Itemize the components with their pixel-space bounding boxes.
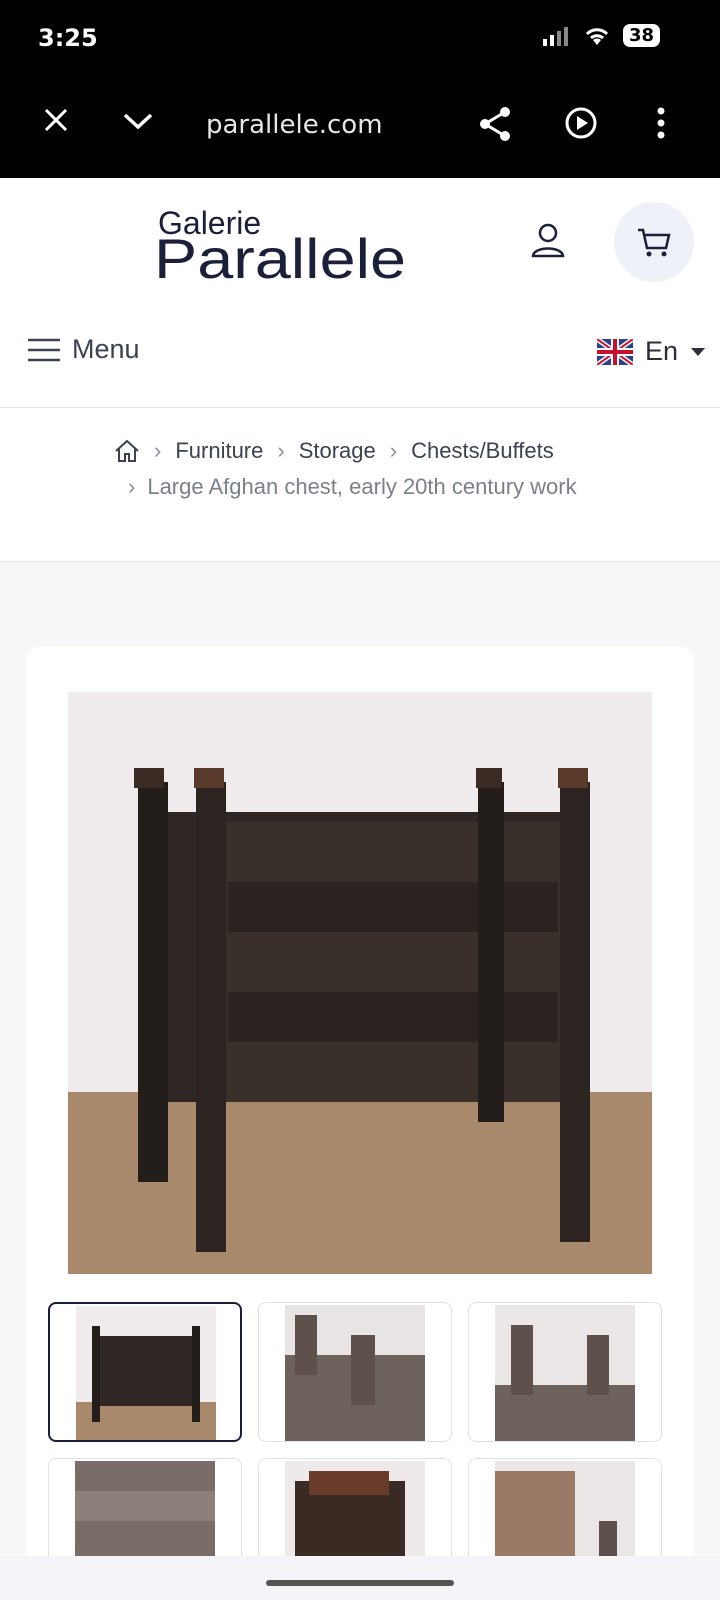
cart-button[interactable]: [614, 202, 694, 282]
language-selector[interactable]: En: [596, 336, 706, 367]
breadcrumb-separator: ›: [389, 438, 398, 463]
breadcrumb-separator: ›: [277, 438, 285, 463]
browser-toolbar: parallele.com: [0, 78, 720, 178]
breadcrumb-item-furniture[interactable]: Furniture: [175, 438, 263, 464]
user-icon[interactable]: [530, 222, 566, 258]
thumbnail-1[interactable]: [48, 1302, 242, 1442]
battery-indicator: 38: [622, 24, 660, 47]
home-icon[interactable]: [114, 439, 140, 463]
language-label: En: [644, 336, 678, 366]
menu-label: Menu: [72, 334, 140, 364]
system-nav-bar: [0, 1556, 720, 1600]
home-indicator[interactable]: [266, 1580, 454, 1586]
menu-button[interactable]: Menu: [26, 334, 140, 365]
caret-down-icon: [691, 347, 705, 356]
status-time: 3:25: [38, 24, 98, 52]
wifi-icon: [585, 27, 609, 45]
breadcrumb-item-storage[interactable]: Storage: [299, 438, 376, 464]
status-icons: 38: [541, 24, 660, 47]
url-field[interactable]: parallele.com: [206, 110, 383, 140]
menu-bar: Menu En: [0, 304, 720, 408]
thumbnail-3[interactable]: [468, 1302, 662, 1442]
play-icon[interactable]: [564, 106, 598, 140]
product-main-image[interactable]: [68, 692, 652, 1274]
signal-icon: [542, 26, 568, 46]
svg-text:Parallele: Parallele: [154, 227, 406, 284]
status-bar: 3:25 38: [0, 0, 720, 78]
close-icon[interactable]: [42, 106, 70, 134]
hamburger-icon: [28, 338, 60, 361]
breadcrumb-item-chests[interactable]: Chests/Buffets: [411, 438, 554, 464]
site-header: Galerie Parallele: [0, 178, 720, 304]
cart-icon: [638, 228, 671, 257]
product-gallery: [26, 646, 694, 1600]
breadcrumb-separator: ›: [154, 438, 162, 463]
more-icon[interactable]: [656, 106, 666, 140]
chevron-down-icon[interactable]: [122, 110, 154, 132]
breadcrumb-separator: ›: [128, 474, 136, 499]
breadcrumb: › Furniture › Storage › Chests/Buffets ›…: [0, 408, 720, 562]
share-icon[interactable]: [478, 106, 512, 142]
uk-flag-icon: [596, 338, 633, 365]
logo[interactable]: Galerie Parallele: [150, 198, 412, 284]
thumbnail-2[interactable]: [258, 1302, 452, 1442]
breadcrumb-current: Large Afghan chest, early 20th century w…: [147, 474, 577, 499]
